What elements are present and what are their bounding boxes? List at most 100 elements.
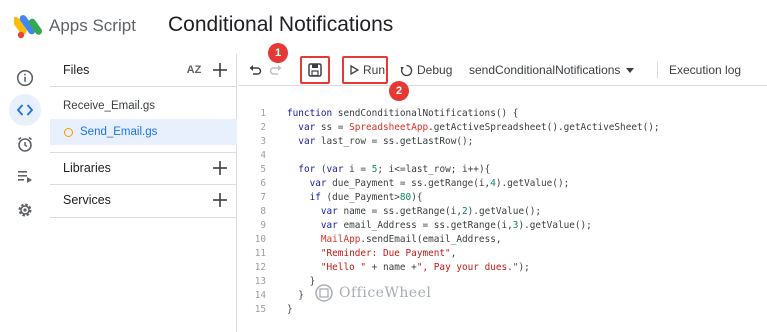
code-line: 2 var ss = SpreadsheetApp.getActiveSprea… <box>238 121 767 134</box>
debug-label: Debug <box>417 63 453 77</box>
gear-icon <box>18 203 32 217</box>
executions-icon <box>18 171 32 183</box>
undo-icon <box>249 65 262 75</box>
info-icon <box>16 69 34 87</box>
project-title[interactable]: Conditional Notifications <box>168 13 393 37</box>
code-icon <box>16 104 34 116</box>
execution-log-label: Execution log <box>669 63 742 77</box>
file-name: Receive_Email.gs <box>63 100 156 112</box>
add-service-button[interactable] <box>211 191 229 209</box>
line-number: 3 <box>260 136 266 147</box>
divider <box>50 86 237 87</box>
line-number: 9 <box>260 220 266 231</box>
alarm-icon <box>18 136 32 152</box>
services-title: Services <box>63 193 111 207</box>
redo-button[interactable] <box>269 60 283 80</box>
files-header: Files AZ <box>50 54 237 86</box>
watermark-text: OfficeWheel <box>339 285 432 301</box>
services-header[interactable]: Services <box>50 184 237 216</box>
run-label: Run <box>363 63 386 77</box>
officewheel-watermark: OfficeWheel <box>314 283 431 303</box>
chevron-down-icon <box>626 68 635 73</box>
step-badge-1: 1 <box>268 43 288 63</box>
code-text: } <box>287 290 304 301</box>
code-line: 15} <box>238 303 767 316</box>
line-number: 5 <box>260 164 266 175</box>
execution-log-button[interactable]: Execution log <box>669 60 741 80</box>
officewheel-logo-icon <box>315 284 333 302</box>
code-text: var email_Address = ss.getRange(i,3).get… <box>320 220 592 231</box>
line-number: 12 <box>254 262 266 273</box>
code-text: if (due_Payment>80){ <box>309 192 423 203</box>
app-header: Apps Script Conditional Notifications <box>0 0 767 54</box>
editor-toolbar: 1 Run 2 Debug sendConditionalNotificatio… <box>238 43 767 101</box>
plus-icon <box>213 63 227 77</box>
line-number: 4 <box>260 150 266 161</box>
overview-button[interactable] <box>9 62 41 94</box>
code-text: function sendConditionalNotifications() … <box>287 108 519 119</box>
code-line: 4 <box>238 149 767 162</box>
play-icon <box>350 65 359 75</box>
function-select[interactable]: sendConditionalNotifications <box>469 60 635 80</box>
code-text: for (var i = 5; i<=last_row; i++){ <box>298 164 491 175</box>
code-text: var last_row = ss.getLastRow(); <box>298 136 474 147</box>
line-number: 10 <box>254 234 266 245</box>
code-text: var due_Payment = ss.getRange(i,4).getVa… <box>309 178 570 189</box>
add-library-button[interactable] <box>211 159 229 177</box>
code-line: 7 if (due_Payment>80){ <box>238 191 767 204</box>
line-number: 6 <box>260 178 266 189</box>
line-number: 15 <box>254 304 266 315</box>
line-number: 2 <box>260 122 266 133</box>
line-number: 11 <box>254 248 266 259</box>
code-text: "Hello " + name +", Pay your dues."); <box>320 262 530 273</box>
line-number: 7 <box>260 192 266 203</box>
editor-button[interactable] <box>9 94 41 126</box>
files-panel: Files AZ Receive_Email.gs Send_Email.gs … <box>50 54 237 332</box>
code-text: "Reminder: Due Payment", <box>320 248 457 259</box>
line-number: 1 <box>260 108 266 119</box>
files-title: Files <box>63 63 90 77</box>
function-select-value: sendConditionalNotifications <box>469 63 621 77</box>
code-line: 12 "Hello " + name +", Pay your dues."); <box>238 261 767 274</box>
code-line: 10 MailApp.sendEmail(email_Address, <box>238 233 767 246</box>
code-text: } <box>287 276 316 287</box>
code-line: 3 var last_row = ss.getLastRow(); <box>238 135 767 148</box>
plus-icon <box>213 161 227 175</box>
code-line: 5 for (var i = 5; i<=last_row; i++){ <box>238 163 767 176</box>
code-line: 6 var due_Payment = ss.getRange(i,4).get… <box>238 177 767 190</box>
file-name: Send_Email.gs <box>80 126 158 138</box>
add-file-button[interactable] <box>211 61 229 79</box>
redo-icon <box>269 65 282 75</box>
code-text: var ss = SpreadsheetApp.getActiveSpreads… <box>298 122 660 133</box>
line-number: 8 <box>260 206 266 217</box>
code-line: 1 function sendConditionalNotifications()… <box>238 107 767 120</box>
unsaved-dot-icon <box>64 127 73 137</box>
libraries-title: Libraries <box>63 161 111 175</box>
debug-icon <box>400 64 413 76</box>
libraries-header[interactable]: Libraries <box>50 152 237 184</box>
code-line: 11 "Reminder: Due Payment", <box>238 247 767 260</box>
undo-button[interactable] <box>248 60 262 80</box>
file-item-receive-email[interactable]: Receive_Email.gs <box>50 93 237 119</box>
code-text: } <box>287 304 293 315</box>
plus-icon <box>213 193 227 207</box>
apps-script-logo[interactable] <box>14 12 44 40</box>
line-number: 14 <box>254 290 266 301</box>
code-line: 8 var name = ss.getRange(i,2).getValue()… <box>238 205 767 218</box>
save-icon <box>308 63 322 77</box>
save-button[interactable] <box>307 60 323 80</box>
executions-button[interactable] <box>9 160 41 192</box>
file-item-send-email[interactable]: Send_Email.gs <box>50 119 237 145</box>
debug-button[interactable]: Debug <box>400 60 452 80</box>
run-button[interactable]: Run <box>349 60 385 80</box>
triggers-button[interactable] <box>9 128 41 160</box>
code-line: 9 var email_Address = ss.getRange(i,3).g… <box>238 219 767 232</box>
code-text: MailApp.sendEmail(email_Address, <box>320 234 502 245</box>
sort-files-button[interactable]: AZ <box>185 61 203 79</box>
app-name[interactable]: Apps Script <box>49 16 136 36</box>
line-number: 13 <box>254 276 266 287</box>
code-text: var name = ss.getRange(i,2).getValue(); <box>320 206 542 217</box>
settings-button[interactable] <box>9 194 41 226</box>
toolbar-divider <box>657 62 658 78</box>
divider <box>50 217 237 218</box>
